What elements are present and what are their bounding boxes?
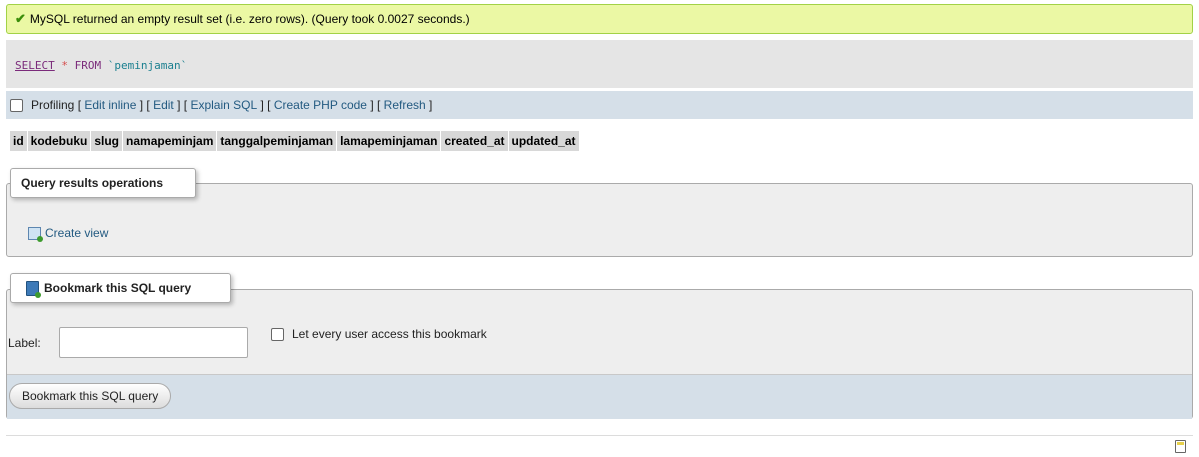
bookmark-footer-bar <box>7 374 1192 419</box>
column-header[interactable]: created_at <box>441 131 509 151</box>
sql-query-box: SELECT * FROM `peminjaman` <box>6 40 1193 88</box>
result-table-header: id kodebuku slug namapeminjam tanggalpem… <box>10 131 580 151</box>
sql-keyword-from: FROM <box>74 59 102 72</box>
edit-inline-link[interactable]: Edit inline <box>84 98 136 112</box>
profiling-checkbox[interactable] <box>10 98 23 112</box>
divider <box>6 435 1193 436</box>
sql-table-name: `peminjaman` <box>107 59 188 72</box>
create-php-code-link[interactable]: Create PHP code <box>274 98 367 112</box>
share-bookmark-option[interactable]: Let every user access this bookmark <box>271 327 487 341</box>
profiling-label[interactable]: Profiling <box>31 98 74 112</box>
query-results-operations-legend: Query results operations <box>10 168 196 198</box>
success-text: MySQL returned an empty result set (i.e.… <box>29 12 470 26</box>
column-header[interactable]: kodebuku <box>28 131 92 151</box>
share-bookmark-checkbox[interactable] <box>271 327 284 341</box>
console-icon[interactable] <box>1175 440 1186 453</box>
bookmark-label-text: Label: <box>8 336 41 350</box>
column-header[interactable]: id <box>10 131 28 151</box>
query-tools-bar: Profiling [ Edit inline ] [ Edit ] [ Exp… <box>6 91 1193 119</box>
bookmark-legend: Bookmark this SQL query <box>10 273 231 303</box>
sql-keyword-select[interactable]: SELECT <box>15 59 55 72</box>
column-header[interactable]: tanggalpeminjaman <box>217 131 338 151</box>
create-view-link[interactable]: Create view <box>28 226 108 242</box>
bookmark-icon <box>26 280 41 298</box>
create-view-label[interactable]: Create view <box>45 226 108 240</box>
column-header[interactable]: updated_at <box>509 131 580 151</box>
refresh-link[interactable]: Refresh <box>384 98 426 112</box>
success-message: ✔ MySQL returned an empty result set (i.… <box>6 4 1193 34</box>
column-header[interactable]: namapeminjam <box>123 131 218 151</box>
sql-star: * <box>61 59 68 72</box>
column-header[interactable]: slug <box>91 131 124 151</box>
bookmark-submit-button[interactable]: Bookmark this SQL query <box>9 383 172 409</box>
explain-sql-link[interactable]: Explain SQL <box>190 98 257 112</box>
share-bookmark-label[interactable]: Let every user access this bookmark <box>292 327 487 341</box>
edit-link[interactable]: Edit <box>153 98 174 112</box>
check-icon: ✔ <box>15 11 26 26</box>
bookmark-label-input[interactable] <box>59 327 248 358</box>
create-view-icon <box>28 226 43 242</box>
column-header[interactable]: lamapeminjaman <box>337 131 442 151</box>
